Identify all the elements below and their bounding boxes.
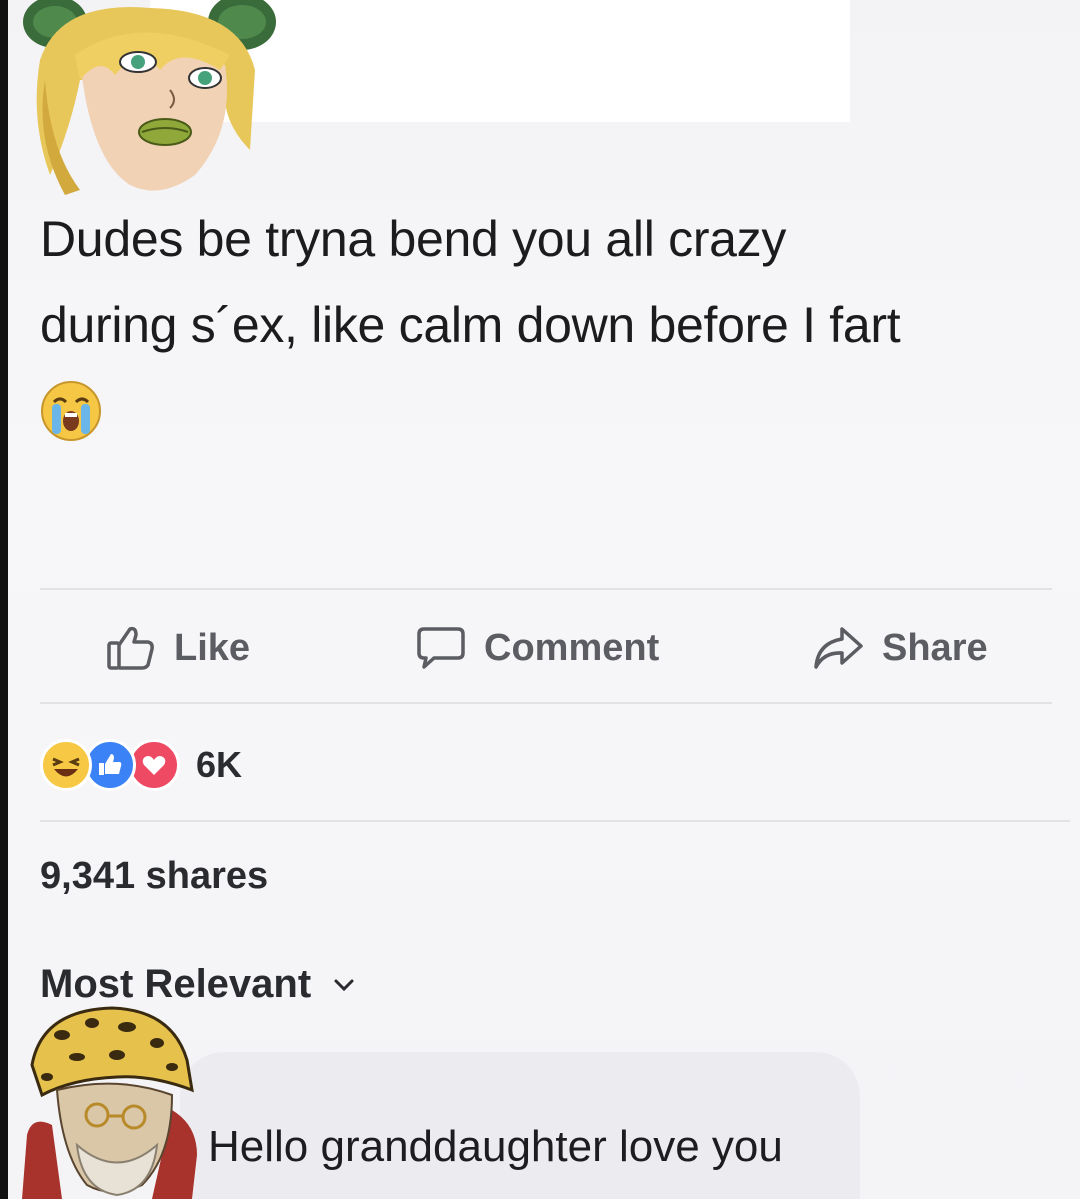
like-button[interactable]: Like (106, 605, 250, 691)
divider-actions (40, 702, 1052, 704)
comment-sort-dropdown[interactable]: Most Relevant (40, 962, 355, 1007)
share-label: Share (882, 626, 988, 669)
share-button[interactable]: Share (812, 605, 988, 691)
comment-bubble-icon (417, 627, 465, 669)
comment-text: Hello granddaughter love you (208, 1122, 783, 1171)
divider-top (40, 588, 1052, 590)
shares-count[interactable]: 9,341 shares (40, 855, 268, 898)
comment-button[interactable]: Comment (416, 605, 659, 691)
crying-face-emoji-icon (41, 381, 101, 441)
left-dark-edge (0, 0, 8, 1199)
comment-label: Comment (484, 626, 660, 669)
post-text-line-2: during s´ex, like calm down before I far… (40, 297, 901, 353)
divider-reactions (40, 820, 1070, 822)
reaction-count: 6K (196, 744, 243, 785)
chevron-down-icon (334, 979, 354, 991)
poster-avatar-image (23, 0, 276, 195)
post-action-bar: Like Comment Share (40, 605, 1052, 691)
sort-label: Most Relevant (40, 962, 312, 1006)
thumbs-up-icon (107, 626, 154, 670)
facebook-post-screenshot: Dudes be tryna bend you all crazy during… (0, 0, 1080, 1199)
like-label: Like (174, 626, 251, 669)
reactions-summary[interactable]: 6K (40, 735, 242, 795)
commenter-avatar-image (22, 1006, 197, 1199)
share-arrow-icon (814, 627, 863, 669)
post-text-line-1: Dudes be tryna bend you all crazy (40, 211, 787, 267)
haha-reaction-icon (40, 739, 92, 791)
post-text: Dudes be tryna bend you all crazy during… (40, 196, 1070, 368)
